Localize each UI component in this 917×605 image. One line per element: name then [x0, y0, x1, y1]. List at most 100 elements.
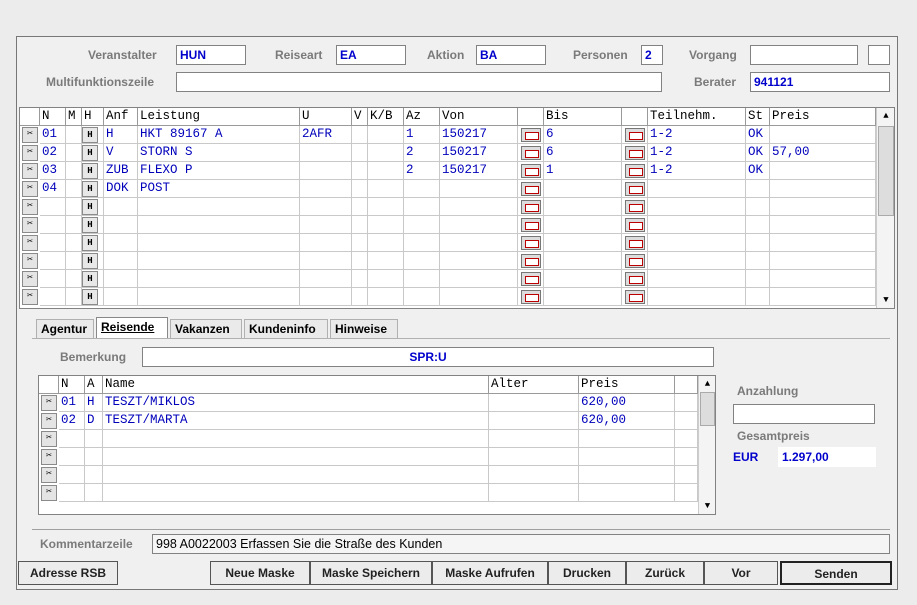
calendar-icon[interactable] [521, 254, 541, 268]
cell-kb[interactable] [368, 198, 404, 216]
cell-u[interactable] [300, 162, 352, 180]
cell-leistung[interactable]: FLEXO P [138, 162, 300, 180]
cell-name[interactable]: TESZT/MIKLOS [103, 394, 489, 412]
cell-az[interactable]: 2 [404, 144, 440, 162]
h-button[interactable]: H [82, 181, 98, 197]
cell-kb[interactable] [368, 252, 404, 270]
cell-n[interactable] [40, 216, 66, 234]
scissors-icon[interactable]: ✂ [41, 395, 57, 411]
cell-st[interactable] [746, 252, 770, 270]
cell-a[interactable] [85, 430, 103, 448]
neue-maske-button[interactable]: Neue Maske [210, 561, 310, 585]
cell-alter[interactable] [489, 412, 579, 430]
cell-az[interactable] [404, 216, 440, 234]
cell-u[interactable] [300, 180, 352, 198]
cell-n[interactable] [59, 448, 85, 466]
senden-button[interactable]: Senden [780, 561, 892, 585]
h-button[interactable]: H [82, 145, 98, 161]
cell-az[interactable] [404, 180, 440, 198]
cell-u[interactable] [300, 252, 352, 270]
calendar-icon[interactable] [625, 236, 645, 250]
cell-az[interactable]: 2 [404, 162, 440, 180]
cell-v[interactable] [352, 180, 368, 198]
cell-m[interactable] [66, 180, 82, 198]
calendar-icon[interactable] [625, 272, 645, 286]
cell-st[interactable]: OK [746, 126, 770, 144]
cell-m[interactable] [66, 234, 82, 252]
cell-n[interactable]: 04 [40, 180, 66, 198]
cell-preis[interactable]: 57,00 [770, 144, 876, 162]
calendar-icon[interactable] [521, 164, 541, 178]
reiseart-field[interactable]: EA [336, 45, 406, 65]
cell-u[interactable] [300, 270, 352, 288]
cell-alter[interactable] [489, 484, 579, 502]
cell-von[interactable] [440, 180, 518, 198]
cell-az[interactable] [404, 252, 440, 270]
h-button[interactable]: H [82, 217, 98, 233]
tab-reisende[interactable]: Reisende [96, 317, 168, 339]
cell-kb[interactable] [368, 288, 404, 306]
calendar-icon[interactable] [625, 128, 645, 142]
cell-n[interactable]: 03 [40, 162, 66, 180]
cell-anf[interactable] [104, 234, 138, 252]
maske-speichern-button[interactable]: Maske Speichern [310, 561, 432, 585]
cell-u[interactable] [300, 198, 352, 216]
reisende-scrollbar[interactable]: ▲ ▼ [698, 376, 715, 514]
cell-bis[interactable] [544, 252, 622, 270]
anzahlung-field[interactable] [733, 404, 875, 424]
cell-n[interactable] [59, 466, 85, 484]
vorgang-extra-field[interactable] [868, 45, 890, 65]
scissors-icon[interactable]: ✂ [22, 235, 38, 251]
cell-von[interactable]: 150217 [440, 126, 518, 144]
cell-m[interactable] [66, 216, 82, 234]
cell-m[interactable] [66, 288, 82, 306]
cell-leistung[interactable] [138, 288, 300, 306]
tab-agentur[interactable]: Agentur [36, 319, 94, 339]
tab-hinweise[interactable]: Hinweise [330, 319, 398, 339]
cell-u[interactable]: 2AFR [300, 126, 352, 144]
cell-st[interactable] [746, 234, 770, 252]
cell-kb[interactable] [368, 162, 404, 180]
cell-bis[interactable]: 1 [544, 162, 622, 180]
cell-kb[interactable] [368, 216, 404, 234]
cell-n[interactable] [40, 270, 66, 288]
calendar-icon[interactable] [625, 200, 645, 214]
veranstalter-field[interactable]: HUN [176, 45, 246, 65]
scissors-icon[interactable]: ✂ [22, 271, 38, 287]
calendar-icon[interactable] [625, 290, 645, 304]
cell-preis[interactable] [770, 234, 876, 252]
cell-teilnehm[interactable] [648, 234, 746, 252]
cell-m[interactable] [66, 144, 82, 162]
calendar-icon[interactable] [625, 182, 645, 196]
cell-n[interactable]: 02 [40, 144, 66, 162]
cell-teilnehm[interactable]: 1-2 [648, 126, 746, 144]
cell-teilnehm[interactable] [648, 216, 746, 234]
cell-m[interactable] [66, 252, 82, 270]
cell-v[interactable] [352, 216, 368, 234]
scissors-icon[interactable]: ✂ [41, 449, 57, 465]
cell-anf[interactable] [104, 216, 138, 234]
calendar-icon[interactable] [521, 272, 541, 286]
cell-von[interactable] [440, 216, 518, 234]
cell-st[interactable] [746, 216, 770, 234]
tab-vakanzen[interactable]: Vakanzen [170, 319, 242, 339]
cell-bis[interactable] [544, 234, 622, 252]
h-button[interactable]: H [82, 253, 98, 269]
cell-anf[interactable]: H [104, 126, 138, 144]
scissors-icon[interactable]: ✂ [41, 431, 57, 447]
cell-preis[interactable] [770, 198, 876, 216]
cell-leistung[interactable] [138, 198, 300, 216]
cell-az[interactable] [404, 234, 440, 252]
multifunktion-field[interactable] [176, 72, 662, 92]
h-button[interactable]: H [82, 271, 98, 287]
cell-preis[interactable] [579, 448, 675, 466]
cell-bis[interactable] [544, 288, 622, 306]
cell-teilnehm[interactable] [648, 198, 746, 216]
cell-anf[interactable] [104, 252, 138, 270]
cell-m[interactable] [66, 162, 82, 180]
cell-kb[interactable] [368, 234, 404, 252]
cell-von[interactable] [440, 234, 518, 252]
cell-n[interactable] [59, 430, 85, 448]
cell-anf[interactable]: ZUB [104, 162, 138, 180]
calendar-icon[interactable] [625, 218, 645, 232]
